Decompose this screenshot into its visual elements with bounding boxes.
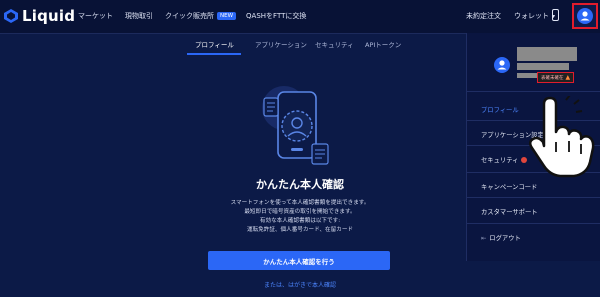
liquid-logo[interactable]: Liquid — [4, 7, 75, 25]
tab-profile[interactable]: プロフィール — [195, 39, 234, 49]
warning-icon: ▲ — [565, 74, 571, 81]
postal-verification-link[interactable]: または、はがきで本人確認 — [230, 280, 370, 289]
description-line: 運転免許証、個人番号カード、在留カード — [246, 227, 354, 233]
start-verification-button[interactable]: かんたん本人確認を行う — [208, 251, 390, 270]
tab-applications[interactable]: アプリケーション — [255, 39, 307, 49]
menu-item-label: セキュリティ — [481, 157, 519, 164]
divider — [467, 91, 600, 92]
settings-tabs: プロフィール アプリケーション セキュリティ APIトークン — [0, 33, 460, 55]
nav-spot-trade[interactable]: 現物取引 — [125, 11, 153, 21]
top-header: Liquid マーケット 現物取引 クイック販売所 NEW QASHをFTTに交… — [0, 0, 600, 34]
page-title: かんたん本人確認 — [256, 178, 344, 191]
header-right-nav: 未約定注文 ウォレット ▾ — [466, 11, 555, 21]
menu-item-logout[interactable]: ⇤ ログアウト — [481, 233, 521, 242]
pending-orders-link[interactable]: 未約定注文 — [466, 11, 501, 21]
tab-security[interactable]: セキュリティ — [315, 39, 354, 49]
nav-quick-exchange[interactable]: クイック販売所 — [165, 11, 214, 21]
redacted-id — [517, 73, 539, 78]
logout-icon: ⇤ — [481, 235, 487, 242]
nav-market[interactable]: マーケット — [78, 11, 113, 21]
brand-name: Liquid — [22, 7, 76, 25]
active-tab-indicator — [187, 53, 241, 55]
dropdown-avatar-icon — [494, 57, 510, 73]
main-nav: マーケット 現物取引 クイック販売所 NEW QASHをFTTに交換 — [78, 11, 318, 21]
menu-item-label: ログアウト — [489, 235, 521, 242]
redacted-name — [517, 47, 577, 61]
wallet-menu[interactable]: ウォレット — [514, 11, 549, 21]
account-menu-button[interactable] — [572, 3, 598, 29]
description-line: スマートフォンを使って本人確認書類を提出できます。 — [230, 200, 370, 206]
mobile-icon[interactable] — [552, 9, 559, 21]
verification-status-badge: 表確未確在 ▲ — [537, 72, 575, 83]
liquid-logo-icon — [4, 9, 18, 23]
new-badge: NEW — [217, 12, 237, 20]
description-line: 最短即日で暗号資産の取引を開始できます。 — [244, 209, 356, 215]
verification-status-text: 表確未確在 — [541, 75, 564, 81]
description-line: 有効な本人確認書類は以下です: — [259, 218, 341, 224]
tab-api-tokens[interactable]: APIトークン — [365, 39, 401, 49]
divider — [467, 197, 600, 198]
nav-qash-swap[interactable]: QASHをFTTに交換 — [246, 11, 306, 21]
menu-item-security[interactable]: セキュリティ — [481, 155, 528, 164]
redacted-email — [517, 63, 569, 70]
menu-item-profile[interactable]: プロフィール — [481, 105, 519, 114]
pointing-hand-icon — [529, 96, 595, 178]
menu-item-campaign-code[interactable]: キャンペーンコード — [481, 182, 537, 191]
description: スマートフォンを使って本人確認書類を提出できます。 最短即日で暗号資産の取引を開… — [180, 199, 420, 235]
menu-item-support[interactable]: カスタマーサポート — [481, 207, 538, 216]
user-avatar-icon — [577, 8, 593, 24]
divider — [467, 223, 600, 224]
smartphone-id-illustration — [262, 86, 329, 165]
